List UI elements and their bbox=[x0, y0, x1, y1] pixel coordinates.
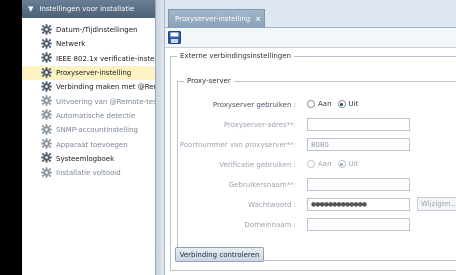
tab-label: Proxyserver-instelling bbox=[175, 15, 251, 23]
proxy-address-label: Proxyserver-adres**: bbox=[223, 121, 296, 129]
use-proxy-on-label: Aan bbox=[318, 100, 332, 108]
sidebar-item-label: Installatie voltooid bbox=[56, 169, 121, 178]
sidebar-item[interactable]: Proxyserver-instelling bbox=[22, 65, 155, 81]
sidebar-item-label: Datum-/Tijdinstellingen bbox=[56, 26, 138, 35]
auth-on-radio[interactable] bbox=[307, 160, 315, 168]
sidebar-item[interactable]: Apparaat toevoegen bbox=[22, 137, 155, 151]
tab-bar: Proxyserver-instelling × bbox=[165, 0, 456, 28]
tab-proxy-settings[interactable]: Proxyserver-instelling × bbox=[168, 9, 265, 28]
sidebar-list: Datum-/Tijdinstellingen Netwerk IEEE 802.1… bbox=[22, 23, 155, 180]
domain-field[interactable] bbox=[307, 218, 410, 231]
gear-icon bbox=[41, 166, 56, 180]
sidebar-item-label: Verbinding maken met @Rer bbox=[56, 83, 156, 92]
sidebar-item[interactable]: Verbinding maken met @Rer bbox=[22, 80, 155, 94]
username-field[interactable] bbox=[307, 178, 410, 191]
password-field[interactable]: ●●●●●●●●●●●●● bbox=[307, 198, 410, 211]
sidebar-item[interactable]: Automatische detectie bbox=[22, 109, 155, 123]
sidebar-item[interactable]: SNMP-accountinstelling bbox=[22, 123, 155, 137]
chevron-down-icon: ▼ bbox=[28, 5, 34, 13]
sidebar-item[interactable]: Uitvoering van @Remote-tes bbox=[22, 94, 155, 108]
form-area: Externe verbindingsinstellingen Proxy-se… bbox=[165, 48, 456, 275]
gear-icon bbox=[41, 66, 56, 80]
proxy-port-label: Poortnummer van proxyserver**: bbox=[179, 141, 296, 149]
proxy-address-field[interactable] bbox=[307, 118, 410, 131]
sidebar-item-label: Apparaat toevoegen bbox=[56, 140, 128, 149]
gear-icon bbox=[41, 152, 56, 165]
domain-label: Domeinnaam : bbox=[244, 221, 296, 229]
sidebar-item-label: Automatische detectie bbox=[56, 111, 136, 120]
gear-icon bbox=[41, 138, 56, 151]
use-proxy-on-radio[interactable] bbox=[307, 100, 315, 108]
gear-icon bbox=[41, 52, 56, 65]
close-icon[interactable]: × bbox=[255, 15, 261, 23]
auth-off-label: Uit bbox=[348, 160, 359, 168]
change-password-button[interactable]: Wijzigen... bbox=[417, 197, 456, 211]
sidebar-item-label: Uitvoering van @Remote-tes bbox=[56, 97, 156, 106]
username-label: Gebruikersnaam**: bbox=[228, 181, 296, 189]
sidebar-item-label: Proxyserver-instelling bbox=[56, 69, 132, 78]
use-proxy-off-radio[interactable] bbox=[337, 100, 346, 108]
gear-icon bbox=[41, 81, 56, 94]
outer-legend: Externe verbindingsinstellingen bbox=[177, 52, 294, 60]
sidebar-item-label: SNMP-accountinstelling bbox=[56, 126, 138, 135]
use-proxy-off-label: Uit bbox=[348, 100, 359, 108]
password-label: Wachtwoord : bbox=[248, 201, 296, 209]
sidebar-item[interactable]: Installatie voltooid bbox=[22, 166, 155, 180]
save-icon[interactable] bbox=[168, 31, 181, 44]
inner-legend: Proxy-server bbox=[184, 77, 234, 85]
toolbar bbox=[165, 28, 456, 48]
sidebar-item-label: Netwerk bbox=[56, 40, 86, 49]
gear-icon bbox=[41, 95, 56, 108]
auth-on-label: Aan bbox=[318, 160, 332, 168]
main-panel: Proxyserver-instelling × Externe verbind… bbox=[165, 0, 456, 275]
use-proxy-radios: Aan Uit bbox=[307, 100, 364, 108]
window-edge bbox=[0, 0, 22, 275]
gear-icon bbox=[41, 38, 56, 51]
sidebar-item[interactable]: IEEE 802.1x verificatie-instell bbox=[22, 52, 155, 66]
gear-icon bbox=[41, 109, 56, 122]
sidebar-item-label: IEEE 802.1x verificatie-instell bbox=[56, 54, 156, 63]
sidebar: ▼ Instellingen voor installatie Datum-/T… bbox=[22, 0, 156, 275]
sidebar-header-label: Instellingen voor installatie bbox=[39, 5, 135, 13]
use-proxy-label: Proxyserver gebruiken : bbox=[212, 101, 296, 109]
sidebar-item[interactable]: Systeemlogboek bbox=[22, 152, 155, 166]
external-connection-group: Externe verbindingsinstellingen Proxy-se… bbox=[170, 52, 456, 271]
sidebar-header[interactable]: ▼ Instellingen voor installatie bbox=[22, 0, 155, 18]
gear-icon bbox=[41, 123, 56, 137]
check-connection-button[interactable]: Verbinding controleren bbox=[175, 247, 264, 262]
sidebar-item-label: Systeemlogboek bbox=[56, 154, 115, 163]
auth-label: Verificatie gebruiken : bbox=[219, 161, 296, 169]
proxy-port-field[interactable]: 8080 bbox=[307, 138, 410, 151]
auth-radios: Aan Uit bbox=[307, 160, 364, 168]
auth-off-radio[interactable] bbox=[337, 160, 346, 168]
gear-icon bbox=[41, 23, 56, 37]
splitter[interactable] bbox=[156, 0, 165, 275]
sidebar-item[interactable]: Datum-/Tijdinstellingen bbox=[22, 23, 155, 37]
sidebar-item[interactable]: Netwerk bbox=[22, 37, 155, 51]
